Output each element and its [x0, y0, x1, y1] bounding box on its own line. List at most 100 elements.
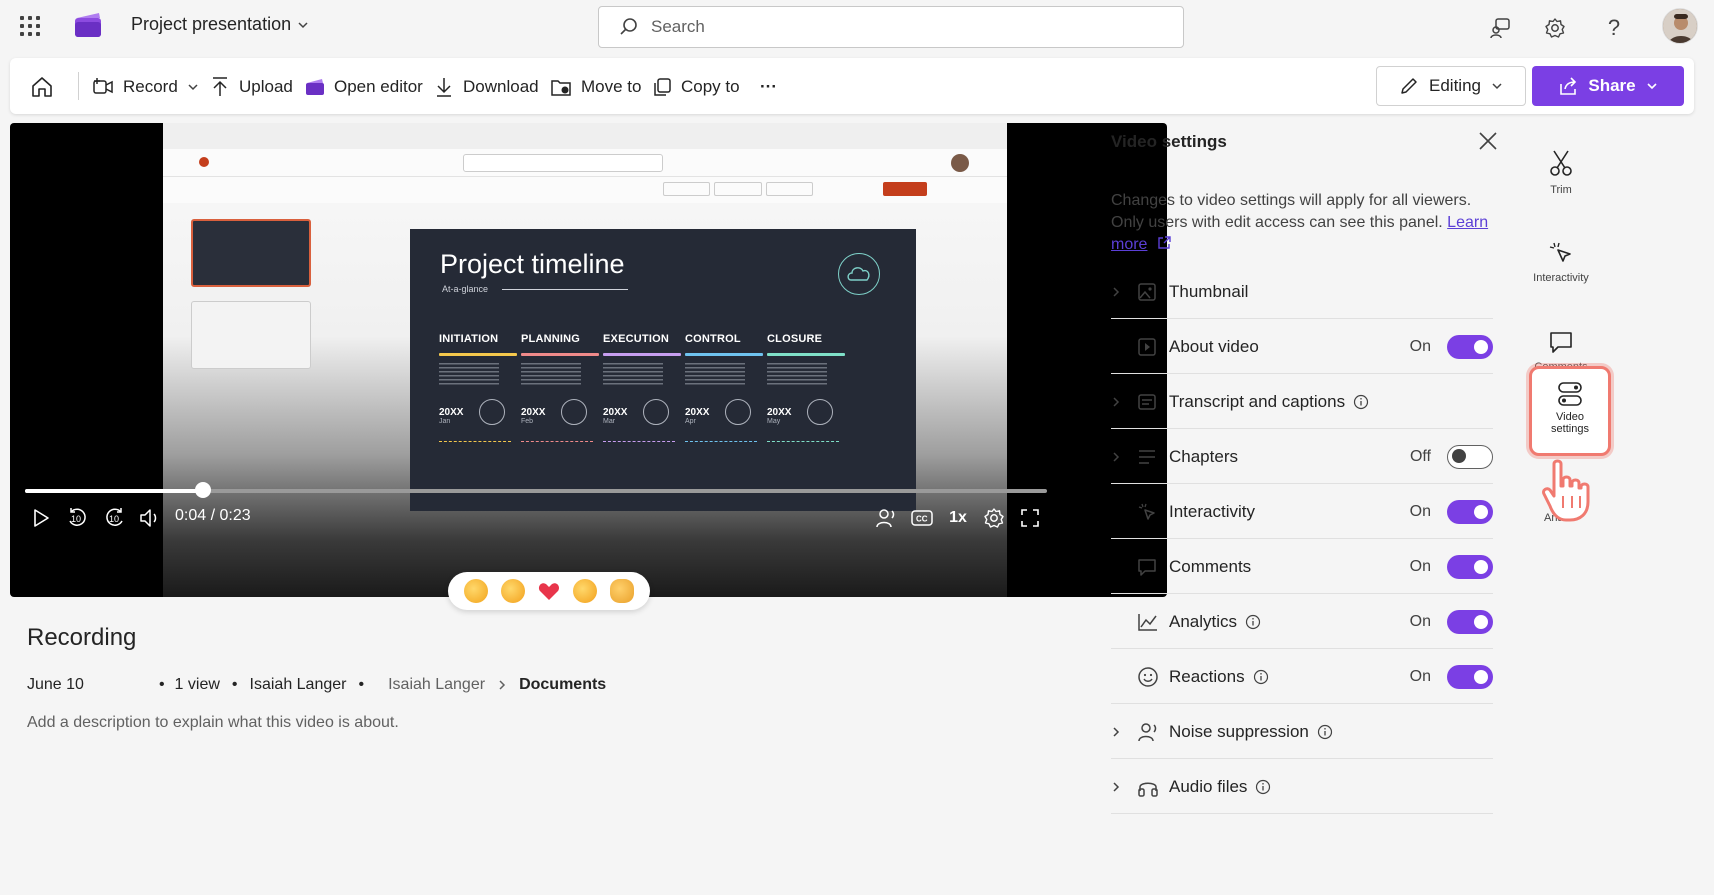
editing-mode-button[interactable]: Editing	[1376, 66, 1526, 106]
copy-to-button[interactable]: Copy to	[652, 74, 740, 100]
record-label: Record	[123, 77, 178, 96]
info-icon[interactable]	[1353, 394, 1369, 410]
toggle-knob	[1474, 669, 1488, 684]
seek-bar[interactable]	[25, 489, 1047, 493]
move-to-button[interactable]: Move to	[550, 74, 641, 100]
video-player[interactable]: Project timeline At-a-glance INITIATION …	[10, 123, 1167, 597]
interactivity-icon	[1548, 240, 1574, 266]
setting-label-group: Audio files	[1169, 777, 1493, 797]
copy-icon	[652, 77, 672, 97]
seek-handle[interactable]	[195, 482, 211, 498]
phase-year: 20XX	[685, 407, 710, 418]
download-button[interactable]: Download	[434, 74, 539, 100]
panel-title: Video settings	[1111, 132, 1227, 151]
more-options-button[interactable]: ···	[760, 74, 777, 100]
app-launcher-icon[interactable]	[18, 14, 42, 38]
avatar[interactable]	[1662, 8, 1698, 44]
more-icon: ···	[760, 77, 777, 96]
phase-month: Apr	[685, 418, 696, 425]
setting-row-audio-files[interactable]: Audio files	[1111, 760, 1493, 814]
reactions-toggle[interactable]	[1447, 664, 1493, 689]
share-button[interactable]: Share	[1532, 66, 1684, 106]
clapping-reaction[interactable]	[609, 579, 634, 603]
thumbs-up-reaction[interactable]	[464, 579, 489, 603]
record-button[interactable]: Record	[92, 74, 199, 100]
phase-icon	[643, 399, 669, 425]
noise-suppression-button[interactable]	[872, 505, 900, 531]
slide-subtitle-rule	[502, 289, 628, 290]
analytics-toggle[interactable]	[1447, 609, 1493, 634]
phase-initiation: INITIATION 20XX Jan	[439, 333, 517, 442]
search-icon	[619, 17, 639, 37]
video-owner[interactable]: Isaiah Langer	[250, 676, 347, 694]
captions-button[interactable]: CC	[908, 505, 936, 531]
video-frame-avatar	[951, 154, 969, 172]
video-frame-title-bar	[163, 149, 1007, 177]
slide-thumbnail-1	[191, 219, 311, 287]
setting-row-transcript[interactable]: Transcript and captions	[1111, 375, 1493, 429]
about-video-toggle[interactable]	[1447, 334, 1493, 359]
phase-dash	[767, 441, 839, 442]
laughing-reaction[interactable]	[500, 579, 525, 603]
feedback-icon[interactable]	[1486, 14, 1514, 42]
breadcrumb-folder[interactable]: Documents	[519, 676, 606, 694]
move-to-label: Move to	[581, 77, 642, 96]
info-icon[interactable]	[1245, 614, 1261, 630]
setting-label: Chapters	[1169, 446, 1238, 466]
learn-more-link[interactable]: Learn	[1447, 214, 1488, 231]
interactivity-toggle[interactable]	[1447, 499, 1493, 524]
phase-bar	[521, 353, 599, 356]
skip-forward-button[interactable]: 10	[100, 505, 130, 531]
phase-text	[439, 363, 499, 385]
document-title[interactable]: Project presentation	[131, 14, 309, 35]
rail-interactivity[interactable]: Interactivity	[1521, 240, 1601, 284]
info-icon[interactable]	[1317, 724, 1333, 740]
comments-toggle[interactable]	[1447, 554, 1493, 579]
gear-icon[interactable]	[1541, 14, 1569, 42]
help-icon[interactable]: ?	[1600, 14, 1628, 42]
skip-back-button[interactable]: 10	[62, 505, 92, 531]
search-box[interactable]: Search	[598, 6, 1184, 48]
rail-video-settings[interactable]: Video settings	[1529, 366, 1611, 456]
setting-value: On	[1409, 667, 1431, 685]
home-icon	[30, 75, 54, 99]
skip-forward-icon: 10	[103, 506, 127, 530]
video-title[interactable]: Recording	[27, 624, 136, 652]
rail-trim[interactable]: Trim	[1521, 148, 1601, 196]
upload-button[interactable]: Upload	[210, 74, 293, 100]
home-button[interactable]	[30, 74, 54, 100]
learn-more-link-continued[interactable]: more	[1111, 236, 1147, 253]
setting-label-group: Analytics	[1169, 612, 1410, 632]
phase-bar	[685, 353, 763, 356]
info-icon[interactable]	[1253, 669, 1269, 685]
playback-speed-button[interactable]: 1x	[944, 505, 972, 531]
command-bar: Record Upload Open editor Download Move …	[10, 58, 1694, 114]
rail-video-settings-inner: Video settings	[1532, 369, 1608, 435]
chevron-right-icon	[497, 679, 507, 691]
skip-forward-seconds: 10	[109, 514, 120, 524]
breadcrumb-owner[interactable]: Isaiah Langer	[388, 676, 485, 694]
phase-dash	[439, 441, 511, 442]
open-editor-label: Open editor	[334, 77, 423, 96]
player-settings-button[interactable]	[980, 505, 1008, 531]
chapters-toggle[interactable]	[1447, 444, 1493, 469]
setting-row-chapters[interactable]: Chapters Off	[1111, 430, 1493, 484]
heart-reaction[interactable]	[537, 579, 561, 603]
fullscreen-button[interactable]	[1016, 505, 1044, 531]
video-meta: June 10 • 1 view • Isaiah Langer • Isaia…	[27, 676, 606, 694]
comment-icon	[1137, 557, 1169, 577]
play-button[interactable]	[28, 505, 54, 531]
info-icon[interactable]	[1255, 779, 1271, 795]
close-button[interactable]	[1477, 130, 1499, 152]
video-settings-panel: Video settings Changes to video settings…	[1087, 118, 1523, 895]
rail-label: Trim	[1550, 184, 1572, 196]
setting-row-thumbnail[interactable]: Thumbnail	[1111, 265, 1493, 319]
surprised-reaction[interactable]	[573, 579, 598, 603]
volume-button[interactable]	[136, 505, 164, 531]
setting-row-noise-suppression[interactable]: Noise suppression	[1111, 705, 1493, 759]
open-editor-button[interactable]: Open editor	[305, 74, 423, 100]
description-field[interactable]: Add a description to explain what this v…	[27, 714, 399, 732]
setting-label: Audio files	[1169, 776, 1248, 796]
phase-text	[767, 363, 827, 385]
phase-text	[685, 363, 745, 385]
